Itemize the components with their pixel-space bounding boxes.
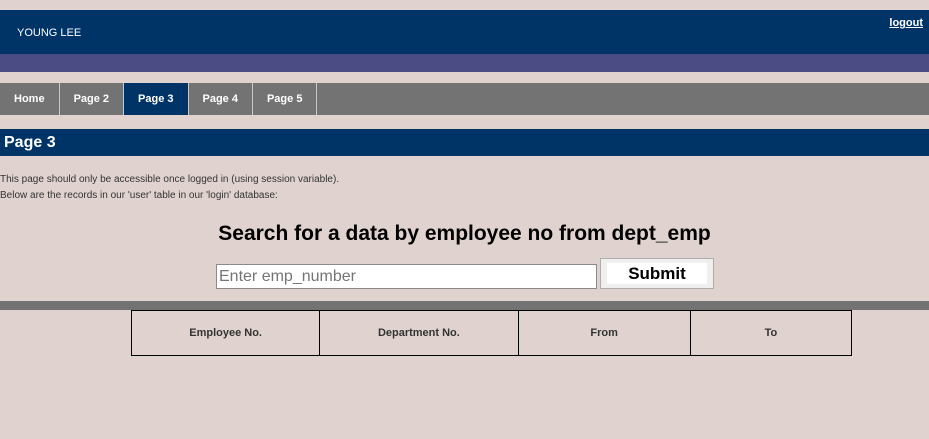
- search-heading: Search for a data by employee no from de…: [218, 222, 711, 245]
- sub-header-bar: [0, 54, 929, 72]
- nav-item-home[interactable]: Home: [0, 83, 60, 115]
- column-header-from: From: [517, 310, 691, 356]
- page-title: Page 3: [0, 129, 929, 156]
- top-header: YOUNG LEE logout: [0, 10, 929, 54]
- description-line-1: This page should only be accessible once…: [0, 174, 340, 185]
- nav-item-page-4[interactable]: Page 4: [189, 83, 253, 115]
- page-description: This page should only be accessible once…: [0, 172, 339, 204]
- emp-number-input[interactable]: [216, 264, 597, 289]
- logout-link[interactable]: logout: [889, 17, 923, 29]
- column-header-department-no: Department No.: [319, 310, 519, 356]
- submit-button-label: Submit: [607, 263, 707, 284]
- description-line-2: Below are the records in our 'user' tabl…: [0, 190, 278, 201]
- submit-button[interactable]: Submit: [600, 258, 714, 289]
- section-divider: [0, 301, 929, 310]
- column-header-employee-no: Employee No.: [130, 310, 321, 356]
- column-header-to: To: [689, 310, 853, 356]
- nav-item-page-5[interactable]: Page 5: [253, 83, 318, 115]
- user-name: YOUNG LEE: [17, 27, 82, 39]
- nav-bar: Home Page 2 Page 3 Page 4 Page 5: [0, 83, 929, 115]
- nav-item-page-2[interactable]: Page 2: [60, 83, 125, 115]
- table-header-row: Employee No. Department No. From To: [130, 310, 853, 356]
- records-table: Employee No. Department No. From To: [130, 310, 853, 356]
- nav-item-page-3[interactable]: Page 3: [124, 83, 189, 115]
